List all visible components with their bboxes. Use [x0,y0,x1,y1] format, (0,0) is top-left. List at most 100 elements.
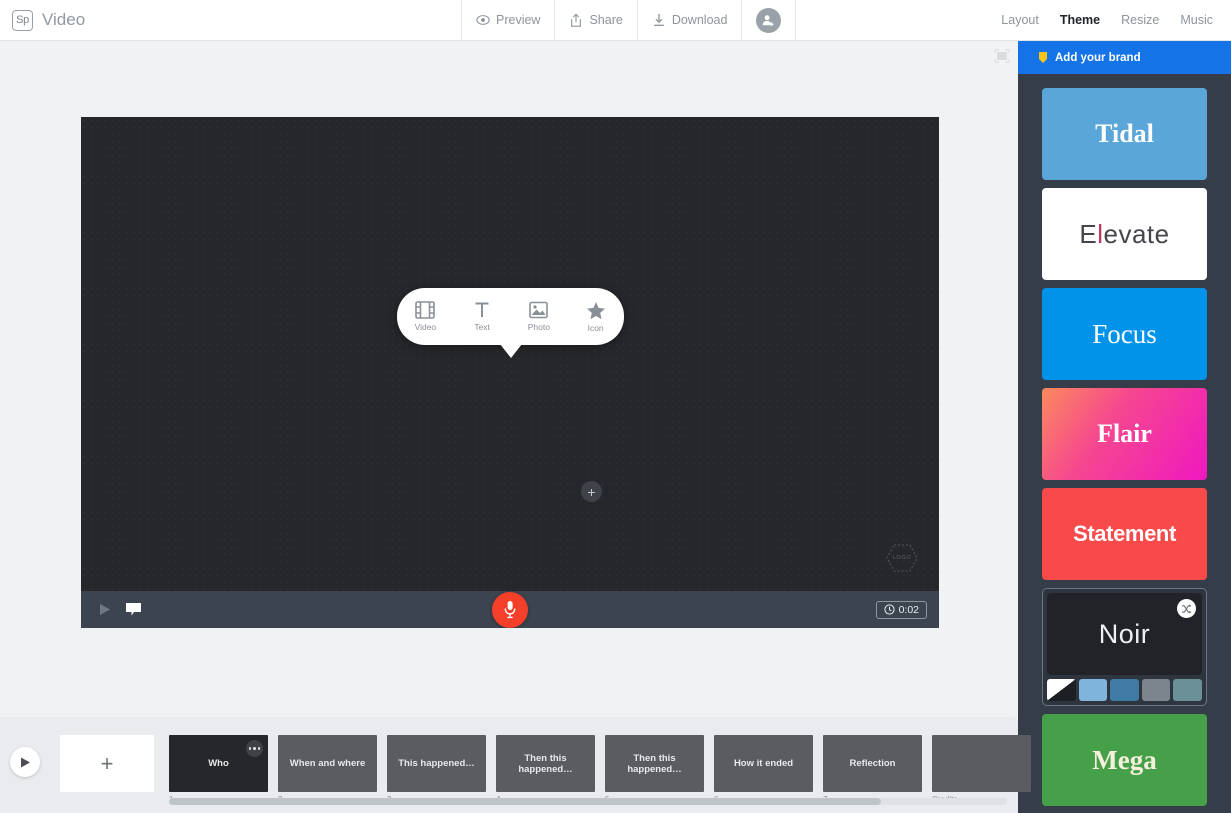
top-toolbar: Sp Video Preview Share Download Layout T… [0,0,1231,41]
theme-card-noir[interactable]: Noir [1047,593,1202,675]
photo-icon [529,301,549,319]
add-your-brand-label: Add your brand [1055,51,1141,64]
add-text-label: Text [474,322,490,332]
theme-sidebar: Add your brand Tidal Elevate Focus Flair… [1018,41,1231,813]
record-voice-button[interactable] [492,591,528,628]
slide-thumbnail[interactable]: How it ended [714,735,813,792]
video-canvas[interactable]: Video Text Photo Icon + LOGO 0:02 [81,117,939,628]
slide-thumbnail[interactable]: Then this happened… [496,735,595,792]
slide-label: Then this happened… [518,752,573,775]
theme-name-flair: Flair [1097,419,1152,448]
tab-music[interactable]: Music [1180,13,1213,27]
slide-label: Who [208,758,229,769]
play-icon[interactable] [99,603,111,616]
add-icon-option[interactable]: Icon [570,301,622,333]
brand: Sp Video [0,9,86,31]
add-video-option[interactable]: Video [399,301,451,332]
theme-card-mega[interactable]: Mega [1042,714,1207,806]
fullscreen-icon[interactable] [994,49,1010,63]
download-button[interactable]: Download [638,0,743,40]
slide-thumbnail[interactable]: When and where [278,735,377,792]
tab-resize[interactable]: Resize [1121,13,1159,27]
right-tabs: Layout Theme Resize Music [1001,0,1213,40]
swatch-3[interactable] [1141,679,1171,701]
theme-card-tidal[interactable]: Tidal [1042,88,1207,180]
theme-name-noir: Noir [1098,618,1151,649]
swatch-0[interactable] [1047,679,1076,701]
share-button[interactable]: Share [555,0,638,40]
spark-logo-icon: Sp [12,9,33,31]
app-title: Video [42,10,86,29]
invite-collaborator-button[interactable] [742,0,797,40]
download-icon [654,13,664,26]
theme-name-focus: Focus [1092,318,1157,349]
add-slide-button[interactable]: + [60,735,154,792]
video-controls-bar: 0:02 [81,591,939,628]
add-text-option[interactable]: Text [456,301,508,332]
slide-timeline: + Who 1 When and where 2 This happened… [0,717,1031,813]
canvas-texture [81,117,939,628]
timer-value: 0:02 [898,603,919,616]
swatch-2[interactable] [1110,679,1139,701]
timeline-play-button[interactable] [10,747,40,777]
slide-thumbnail[interactable]: Who [169,735,268,792]
share-icon [571,13,582,27]
slide-label: Reflection [849,758,896,769]
microphone-icon [504,601,516,619]
slide-thumbnail[interactable]: This happened… [387,735,486,792]
shuffle-theme-button[interactable] [1177,599,1196,618]
theme-color-swatches [1047,679,1202,701]
theme-name-statement: Statement [1073,521,1176,546]
add-photo-option[interactable]: Photo [513,301,565,332]
add-element-popup: Video Text Photo Icon [397,288,624,345]
tab-layout[interactable]: Layout [1001,13,1039,27]
add-your-brand-banner[interactable]: Add your brand [1018,41,1231,74]
theme-name-elevate: Elevate [1079,218,1170,249]
logo-placeholder[interactable]: LOGO [885,543,919,573]
more-options-icon[interactable] [246,740,263,757]
eye-icon [476,15,490,25]
add-photo-label: Photo [527,322,550,332]
theme-card-noir-selected[interactable]: Noir [1042,588,1207,706]
theme-name-tidal: Tidal [1095,119,1154,148]
add-person-icon [763,14,775,26]
slide-thumbnail[interactable]: Reflection [823,735,922,792]
slide-label: When and where [289,758,366,769]
preview-button[interactable]: Preview [461,0,556,40]
swatch-1[interactable] [1078,679,1108,701]
play-icon [21,757,30,767]
download-label: Download [671,13,728,27]
film-strip-icon [415,301,436,319]
theme-card-focus[interactable]: Focus [1042,288,1207,380]
slide-thumbnail[interactable] [932,735,1031,792]
slide-label: Then this happened… [627,752,682,775]
spark-video-editor: Sp Video Preview Share Download Layout T… [0,0,1231,813]
add-element-button[interactable]: + [581,481,602,502]
theme-card-statement[interactable]: Statement [1042,488,1207,580]
theme-card-flair[interactable]: Flair [1042,388,1207,480]
tab-theme[interactable]: Theme [1060,13,1100,27]
text-t-icon [475,302,489,317]
share-label: Share [589,13,623,27]
slide-thumbnail[interactable]: Then this happened… [605,735,704,792]
note-icon[interactable] [125,602,142,617]
add-video-label: Video [414,322,437,332]
logo-placeholder-label: LOGO [892,555,912,561]
shield-icon [1039,52,1047,63]
preview-label: Preview [496,13,541,27]
scrollbar-thumb[interactable] [169,798,881,805]
timeline-scrollbar[interactable] [169,798,1007,805]
duration-timer[interactable]: 0:02 [875,600,927,619]
slide-label: This happened… [398,758,475,769]
swatch-4[interactable] [1173,679,1202,701]
theme-list: Tidal Elevate Focus Flair Statement Noir [1018,74,1231,806]
theme-name-mega: Mega [1092,744,1157,775]
editor-stage: Video Text Photo Icon + LOGO 0:02 [0,41,1018,717]
theme-card-elevate[interactable]: Elevate [1042,188,1207,280]
center-tools: Preview Share Download [461,0,797,40]
star-icon [586,301,605,319]
avatar [756,7,782,33]
slide-label: How it ended [733,758,794,769]
video-controls-left [81,602,142,617]
shuffle-icon [1181,604,1192,613]
